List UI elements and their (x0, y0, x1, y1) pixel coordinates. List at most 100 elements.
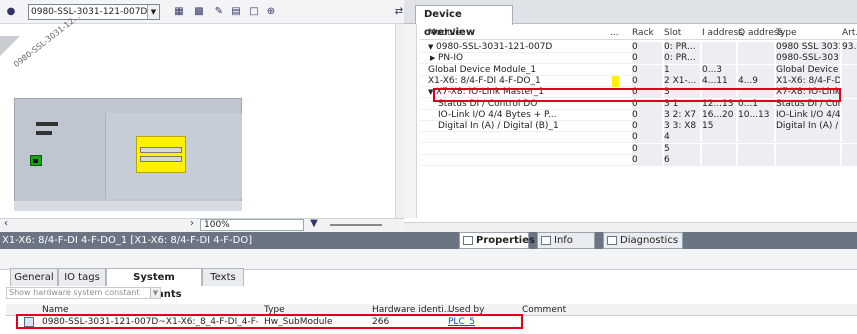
table-row[interactable]: Global Device Module_1 0 1 0...3 Global Devi… (420, 64, 857, 76)
col-comment: Comment (522, 305, 567, 315)
expand-toggle-icon[interactable]: ▼ (428, 42, 433, 53)
zoom-slider[interactable] (330, 224, 382, 226)
cell-qaddr (738, 42, 774, 53)
grid-icon[interactable]: ▦ (172, 5, 186, 19)
table-row[interactable]: X1-X6: 8/4-F-DI 4-F-DO_1 0 2 X1-... 4...11 4… (420, 75, 857, 87)
tab-device-overview[interactable]: Device overview (415, 5, 513, 38)
cell-slot: 3 2: X7 (664, 109, 700, 121)
cell-module (428, 155, 598, 166)
module-terminals (140, 147, 182, 153)
topology-icon[interactable]: ▩ (192, 5, 206, 19)
cell-iaddr (702, 42, 736, 53)
cell-iaddr: 15 (702, 121, 736, 133)
table-row[interactable]: PN-IO 00: PR... 0980-SSL-3031-12... ▶ (420, 53, 857, 65)
cell-qaddr (738, 121, 774, 133)
cell-slot: 3 3: X8 (664, 121, 700, 133)
cell-slot: 0: PR... (664, 42, 700, 53)
cell-type: Digital In (A) / Digit... (776, 121, 840, 133)
scroll-left-icon[interactable]: ‹ (0, 218, 12, 230)
cell-module: X1-X6: 8/4-F-DI 4-F-DO_1 (428, 75, 541, 86)
table-row[interactable]: 04 (420, 132, 857, 144)
tab-system-constants[interactable]: System constants (106, 268, 202, 300)
edit-icon[interactable]: ✎ (212, 5, 226, 19)
overview-splitter[interactable] (404, 24, 417, 218)
tab-general[interactable]: General (10, 268, 58, 286)
cell-iaddr: 4...11 (702, 75, 736, 87)
cell-art (842, 53, 857, 65)
table-row[interactable]: 0980-SSL-3031-121-007D 0 0: PR... 0980 SSL … (420, 42, 857, 53)
chevron-down-icon[interactable]: ▼ (308, 218, 320, 230)
chevron-down-icon[interactable]: ▼ (147, 5, 159, 19)
zoom-select[interactable]: 100% (200, 219, 304, 231)
table-row[interactable]: Digital In (A) / Digital (B)_1 0 3 3: X8 15… (420, 121, 857, 133)
cell-rack: 0 (632, 42, 662, 53)
cell-iaddr (702, 53, 736, 65)
panel-icon[interactable]: □ (247, 5, 261, 19)
cell-art (842, 132, 857, 144)
diagnostics-icon (607, 236, 617, 245)
cell-iaddr: 0...3 (702, 64, 736, 76)
device-select[interactable]: 0980-SSL-3031-121-007D [09 ▼ (28, 4, 160, 20)
cell-qaddr: 10...13 (738, 109, 774, 121)
selected-module-x1-x6[interactable] (136, 136, 186, 173)
cell-module (428, 132, 598, 143)
status-led-green (30, 155, 42, 166)
cell-rack: 0 (632, 132, 662, 144)
cell-rack: 0 (632, 109, 662, 121)
table-row[interactable]: 06 (420, 155, 857, 166)
table-row[interactable]: IO-Link I/O 4/4 Bytes + P... 0 3 2: X7 16..… (420, 109, 857, 121)
cell-art (842, 75, 857, 87)
cell-qaddr (738, 155, 774, 166)
cell-type: 0980-SSL-3031-12... (776, 53, 840, 65)
cell-rack: 0 (632, 155, 662, 166)
device-select-value: 0980-SSL-3031-121-007D [09 (31, 7, 160, 17)
info-icon (541, 236, 551, 245)
cell-rack: 0 (632, 75, 662, 87)
vertical-scrollbar[interactable] (395, 24, 404, 218)
cell-iaddr (702, 155, 736, 166)
cell-qaddr (738, 143, 774, 155)
overview-table-header: Module... Rack Slot I address Q address Type A… (420, 28, 857, 40)
overview-col-4: I address (702, 28, 743, 38)
overview-col-6: Type (776, 28, 797, 38)
cell-art (842, 109, 857, 121)
cell-rack: 0 (632, 121, 662, 133)
expand-toggle-icon[interactable]: ▶ (430, 53, 435, 64)
zoom-icon[interactable]: ⊕ (264, 5, 278, 19)
diagnostics-label: Diagnostics (620, 235, 679, 246)
cell-module (428, 144, 598, 155)
tab-io-tags[interactable]: IO tags (58, 268, 106, 286)
overview-col-1: ... (610, 28, 619, 38)
overview-col-3: Slot (664, 28, 682, 38)
cell-slot: 6 (664, 155, 700, 166)
table-row[interactable]: 05 (420, 143, 857, 155)
overview-hscroll[interactable] (404, 222, 857, 232)
module-color-marker (612, 75, 619, 87)
cell-art: 93... (842, 42, 857, 53)
table-icon[interactable]: ▤ (229, 5, 243, 19)
selected-row-highlight (433, 88, 841, 102)
cell-module: IO-Link I/O 4/4 Bytes + P... (438, 109, 557, 120)
overview-col-0: Module (428, 28, 461, 38)
cell-slot: 5 (664, 143, 700, 155)
chevron-down-icon[interactable]: ▼ (150, 288, 160, 298)
cell-module: PN-IO (438, 53, 464, 64)
cell-type (776, 132, 840, 144)
tab-info[interactable]: Info (537, 232, 595, 249)
rack-rail (14, 201, 242, 211)
cell-art (842, 64, 857, 76)
cell-type: IO-Link I/O 4/4 Byte... (776, 109, 840, 121)
scroll-right-icon[interactable]: › (186, 218, 198, 230)
tab-texts[interactable]: Texts (202, 268, 244, 286)
tab-properties[interactable]: Properties (459, 232, 535, 249)
show-hw-constants-select[interactable]: Show hardware system constant ▼ (6, 287, 161, 299)
cell-rack: 0 (632, 64, 662, 76)
cell-slot: 2 X1-... (664, 75, 700, 87)
cell-type: 0980 SSL 3031-12... (776, 42, 840, 53)
cell-type (776, 143, 840, 155)
add-device-icon[interactable]: ● (4, 5, 18, 19)
cell-art (842, 155, 857, 166)
tab-diagnostics[interactable]: Diagnostics (603, 232, 683, 249)
cell-qaddr (738, 132, 774, 144)
cell-module: Global Device Module_1 (428, 64, 537, 75)
